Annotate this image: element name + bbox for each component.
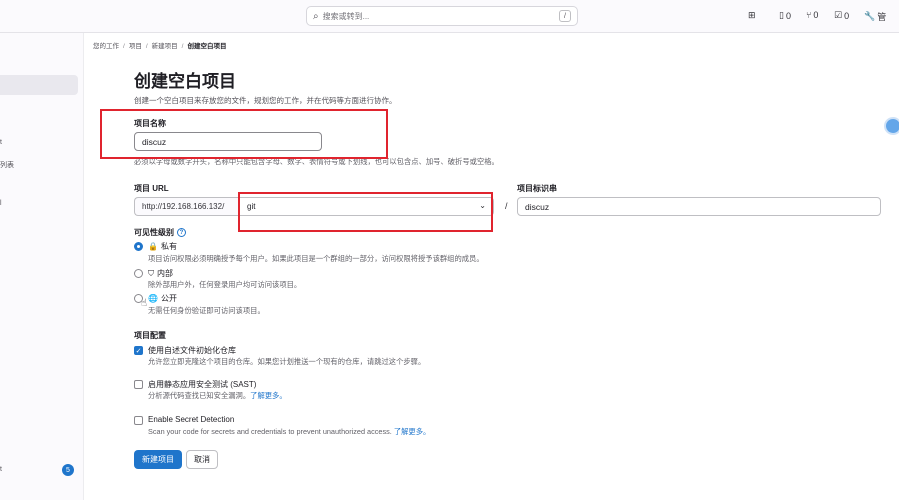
top-bar: ⌕ 搜索或转到... / ⊞ ▯ 0 ⑂ 0 ☑ 0 🔧 管 [0,0,899,33]
merge-requests-count: 0 [813,10,819,20]
sast-checkbox[interactable] [134,380,143,389]
admin-button[interactable]: 🔧 管 [864,10,886,23]
globe-icon: 🌐 [148,294,158,303]
todos-button[interactable]: ☑ 0 [834,10,849,21]
sidebar-item-list[interactable]: 列表 [0,160,14,170]
visibility-private-radio[interactable] [134,242,143,251]
lock-icon: 🔒 [148,242,158,251]
init-readme-desc: 允许您立即克隆这个项目的仓库。如果您计划推送一个现有的仓库，请跳过这个步骤。 [148,357,426,366]
help-widget-icon[interactable] [884,117,899,135]
init-readme-checkbox[interactable]: ✓ [134,346,143,355]
wrench-icon: 🔧 [864,11,876,21]
search-icon: ⌕ [313,10,319,22]
visibility-private-desc: 项目访问权限必须明确授予每个用户。如果此项目是一个群组的一部分，访问权限将授予该… [148,254,484,263]
sast-learn-more-link[interactable]: 了解更多。 [250,391,286,400]
visibility-internal-label: ⛉ 内部 [148,268,173,279]
project-slug-input[interactable]: discuz [517,197,881,216]
help-icon[interactable]: ? [177,228,186,237]
shield-icon: ⛉ [148,268,154,278]
init-readme-label: 使用自述文件初始化仓库 [148,346,236,355]
visibility-option-name: 私有 [160,242,177,251]
secret-detection-desc-text: Scan your code for secrets and credentia… [148,427,392,436]
secret-detection-learn-more-link[interactable]: 了解更多。 [394,427,430,436]
visibility-option-name: 内部 [157,269,173,278]
project-slug-label: 项目标识串 [517,184,557,193]
visibility-public-label: 🌐 公开 [148,293,177,304]
sast-label: 启用静态应用安全测试 (SAST) [148,380,257,389]
annotation-highlight-box [100,109,388,159]
cancel-button[interactable]: 取消 [186,450,218,469]
secret-detection-label: Enable Secret Detection [148,415,235,424]
sidebar-active-item[interactable] [0,75,78,95]
visibility-internal-desc: 除外部用户外，任何登录用户均可访问该项目。 [148,280,302,289]
checkmark-icon: ✓ [135,347,142,355]
pointer-cursor-icon: ☝ [141,298,148,309]
merge-requests-button[interactable]: ⑂ 0 [806,10,818,20]
search-shortcut-key: / [559,10,571,22]
todos-count: 0 [844,10,850,21]
sidebar-item-fragment[interactable]: l [0,200,2,207]
todo-icon: ☑ [834,10,843,20]
sidebar: t 列表 l t 5 [0,33,84,500]
page-subtitle: 创建一个空白项目来存放您的文件，规划您的工作，并在代码等方面进行协作。 [134,96,397,105]
issues-count: 0 [785,10,791,21]
visibility-label-text: 可见性级别 [134,228,174,237]
project-url-prefix: http://192.168.166.132/ [134,197,238,216]
url-separator: / [505,201,508,211]
search-placeholder: 搜索或转到... [322,11,370,21]
breadcrumb: 您的工作 / 项目 / 新建项目 / 创建空白项目 [93,43,227,50]
project-url-label: 项目 URL [134,184,169,193]
breadcrumb-current: 创建空白项目 [187,43,227,50]
issues-button[interactable]: ▯ 0 [779,10,791,21]
project-config-label: 项目配置 [134,331,166,340]
sidebar-count-badge: 5 [62,464,74,476]
create-new-icon[interactable]: ⊞ [748,10,756,21]
sidebar-item-fragment[interactable]: t [0,466,2,473]
annotation-highlight-box [238,192,493,232]
breadcrumb-item[interactable]: 新建项目 [152,43,178,50]
admin-label: 管 [877,12,887,22]
sast-desc-text: 分析源代码查找已知安全漏洞。 [148,391,251,400]
visibility-label: 可见性级别 ? [134,227,186,238]
visibility-public-desc: 无需任何身份验证即可访问该项目。 [148,306,265,315]
visibility-option-name: 公开 [160,294,177,303]
breadcrumb-item[interactable]: 项目 [129,43,142,50]
search-input[interactable]: ⌕ 搜索或转到... / [306,6,578,26]
secret-detection-desc: Scan your code for secrets and credentia… [148,427,430,437]
issues-icon: ▯ [779,10,784,20]
page-title: 创建空白项目 [134,72,236,91]
visibility-internal-radio[interactable] [134,269,143,278]
merge-request-icon: ⑂ [806,10,812,20]
sidebar-item-fragment[interactable]: t [0,139,2,146]
secret-detection-checkbox[interactable] [134,416,143,425]
breadcrumb-item[interactable]: 您的工作 [93,43,119,50]
sast-desc: 分析源代码查找已知安全漏洞。了解更多。 [148,391,287,401]
visibility-private-label: 🔒 私有 [148,241,177,252]
create-project-button[interactable]: 新建项目 [134,450,182,469]
